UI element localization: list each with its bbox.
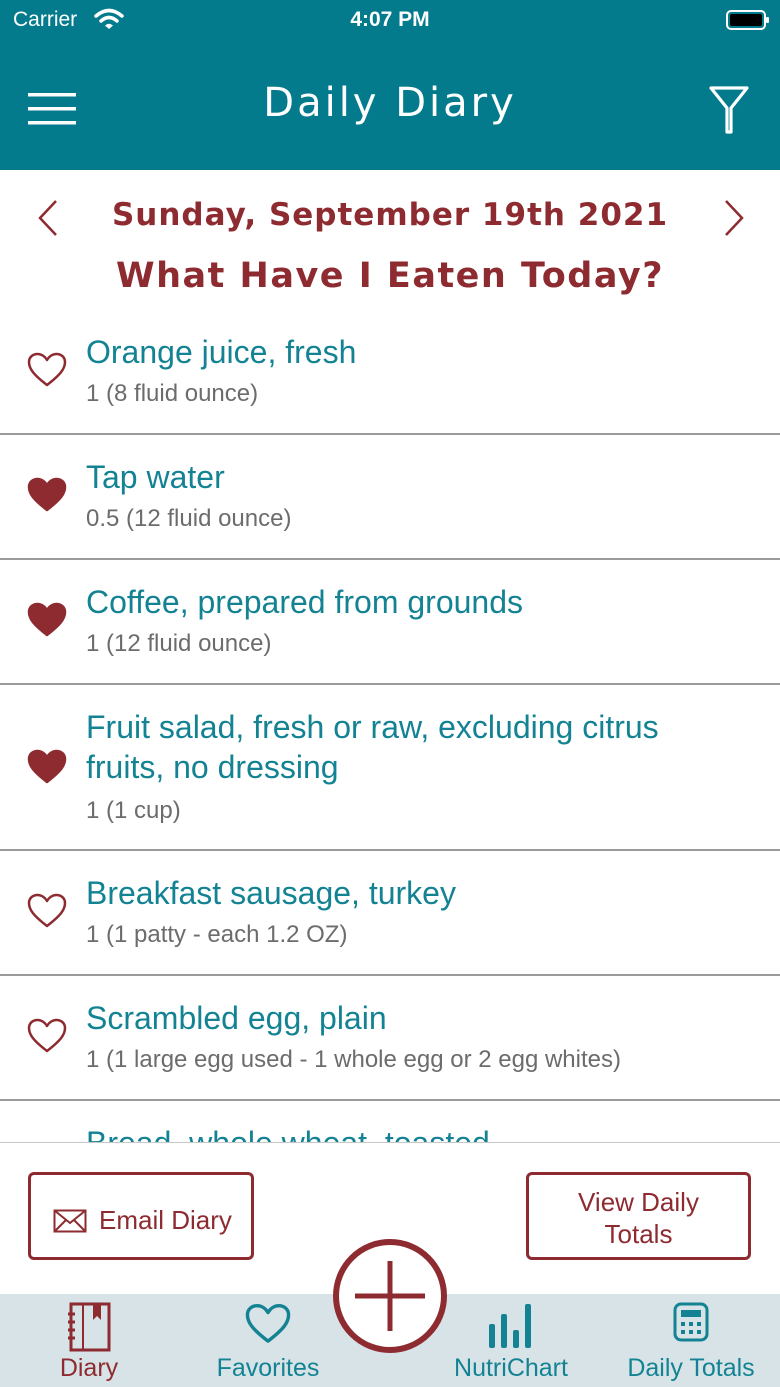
food-entry[interactable]: Fruit salad, fresh or raw, excluding cit… bbox=[0, 685, 780, 851]
food-entry[interactable]: Breakfast sausage, turkey 1 (1 patty - e… bbox=[0, 851, 780, 976]
tab-nutrichart[interactable]: NutriChart bbox=[446, 1294, 576, 1387]
view-daily-totals-label-line2: Totals bbox=[604, 1219, 673, 1249]
food-portion: 1 (8 fluid ounce) bbox=[86, 380, 259, 407]
food-portion: 1 (1 cup) bbox=[86, 797, 181, 824]
tab-daily-totals-label: Daily Totals bbox=[627, 1354, 755, 1382]
food-name: Tap water bbox=[86, 459, 225, 495]
food-name: Orange juice, fresh bbox=[86, 334, 357, 370]
filter-button[interactable] bbox=[708, 84, 750, 136]
diary-icon bbox=[68, 1302, 111, 1352]
food-entry[interactable]: Orange juice, fresh 1 (8 fluid ounce) bbox=[0, 310, 780, 435]
app-header: Carrier 4:07 PM Daily Diary bbox=[0, 0, 780, 170]
status-bar: Carrier 4:07 PM bbox=[0, 0, 780, 40]
section-heading: What Have I Eaten Today? bbox=[116, 256, 664, 296]
next-day-button[interactable] bbox=[718, 198, 748, 238]
food-name: Breakfast sausage, turkey bbox=[86, 875, 456, 911]
tab-diary[interactable]: Diary bbox=[30, 1294, 148, 1387]
heart-outline-icon[interactable] bbox=[26, 1017, 68, 1055]
food-entry[interactable]: Scrambled egg, plain 1 (1 large egg used… bbox=[0, 976, 780, 1101]
food-entry-list[interactable]: Orange juice, fresh 1 (8 fluid ounce) Ta… bbox=[0, 310, 780, 1142]
add-food-button[interactable] bbox=[333, 1239, 447, 1353]
food-portion: 0.5 (12 fluid ounce) bbox=[86, 505, 292, 532]
food-portion: 1 (1 large egg used - 1 whole egg or 2 e… bbox=[86, 1046, 621, 1073]
food-name: Fruit salad, fresh or raw, excluding cit… bbox=[86, 709, 659, 785]
view-daily-totals-button[interactable]: View Daily Totals bbox=[526, 1172, 751, 1260]
tab-nutrichart-label: NutriChart bbox=[454, 1354, 568, 1382]
email-diary-label: Email Diary bbox=[99, 1205, 232, 1235]
tab-favorites-label: Favorites bbox=[216, 1354, 320, 1382]
diary-date: Sunday, September 19th 2021 bbox=[111, 197, 669, 233]
food-entry[interactable]: Coffee, prepared from grounds 1 (12 flui… bbox=[0, 560, 780, 685]
tab-diary-label: Diary bbox=[59, 1354, 119, 1382]
envelope-icon bbox=[53, 1209, 87, 1233]
heart-filled-icon[interactable] bbox=[26, 601, 68, 639]
list-divider bbox=[0, 1142, 780, 1143]
heart-icon bbox=[245, 1303, 291, 1343]
tab-daily-totals[interactable]: Daily Totals bbox=[620, 1294, 762, 1387]
food-portion: 1 (1 patty - each 1.2 OZ) bbox=[86, 921, 348, 948]
bar-chart-icon bbox=[489, 1304, 531, 1348]
food-entry[interactable]: Tap water 0.5 (12 fluid ounce) bbox=[0, 435, 780, 560]
email-diary-button[interactable]: Email Diary bbox=[28, 1172, 254, 1260]
food-name: Bread, whole wheat, toasted bbox=[86, 1123, 490, 1142]
battery-icon bbox=[726, 10, 769, 30]
view-daily-totals-label-line1: View Daily bbox=[578, 1187, 699, 1217]
heart-outline-icon[interactable] bbox=[26, 351, 68, 389]
calculator-icon bbox=[673, 1302, 709, 1342]
heart-outline-icon[interactable] bbox=[26, 892, 68, 930]
food-entry[interactable]: Bread, whole wheat, toasted bbox=[0, 1101, 780, 1142]
heart-filled-icon[interactable] bbox=[26, 748, 68, 786]
food-name: Coffee, prepared from grounds bbox=[86, 584, 523, 620]
filter-icon bbox=[709, 86, 749, 134]
chevron-right-icon bbox=[725, 200, 744, 236]
heart-filled-icon[interactable] bbox=[26, 476, 68, 514]
plus-icon bbox=[355, 1261, 425, 1331]
tab-favorites[interactable]: Favorites bbox=[200, 1294, 336, 1387]
status-time: 4:07 PM bbox=[350, 8, 430, 31]
page-title: Daily Diary bbox=[263, 80, 517, 126]
food-name: Scrambled egg, plain bbox=[86, 1000, 387, 1036]
food-portion: 1 (12 fluid ounce) bbox=[86, 630, 272, 657]
